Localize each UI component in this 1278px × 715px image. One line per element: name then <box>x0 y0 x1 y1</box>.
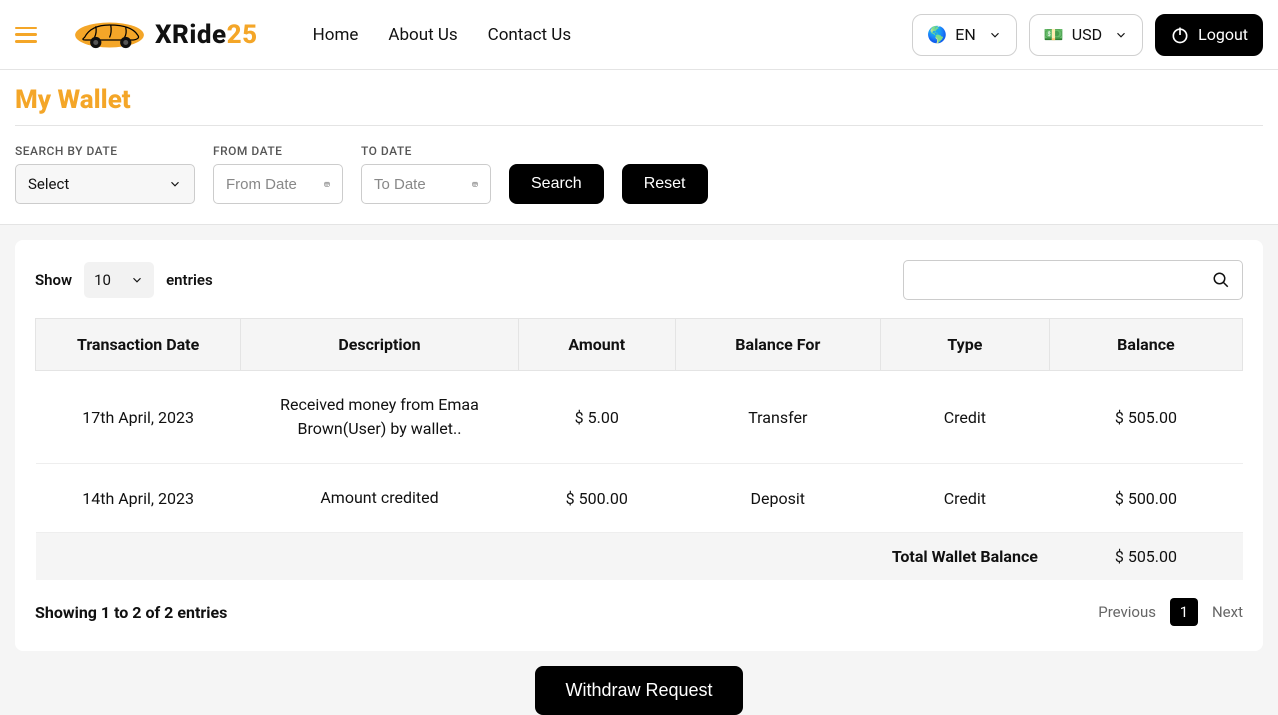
brand-name: XRide25 <box>155 20 258 50</box>
logout-label: Logout <box>1198 25 1248 44</box>
nav-contact[interactable]: Contact Us <box>488 25 571 45</box>
col-header-description[interactable]: Description <box>241 319 519 371</box>
menu-toggle-icon[interactable] <box>15 27 37 43</box>
from-date-input-wrapper <box>213 164 343 204</box>
nav-home[interactable]: Home <box>313 25 359 45</box>
logout-button[interactable]: Logout <box>1155 14 1263 56</box>
reset-button[interactable]: Reset <box>622 164 708 204</box>
to-date-input-wrapper <box>361 164 491 204</box>
search-button[interactable]: Search <box>509 164 604 204</box>
language-code: EN <box>955 25 976 44</box>
app-header: XRide25 Home About Us Contact Us 🌎 EN 💵 … <box>0 0 1278 70</box>
cell-amount: $ 5.00 <box>518 371 675 464</box>
entries-label: entries <box>166 271 213 289</box>
table-search-box <box>903 260 1243 300</box>
show-label: Show <box>35 271 72 289</box>
table-search-input[interactable] <box>916 272 1212 289</box>
cell-description: Received money from Emaa Brown(User) by … <box>241 371 519 464</box>
nav-about[interactable]: About Us <box>388 25 457 45</box>
divider <box>15 125 1263 126</box>
cell-balance: $ 500.00 <box>1049 464 1242 533</box>
from-date-label: FROM DATE <box>213 144 343 158</box>
table-row: 17th April, 2023 Received money from Ema… <box>36 371 1243 464</box>
cell-balance: $ 505.00 <box>1049 371 1242 464</box>
entries-control: Show 10 entries <box>35 262 213 298</box>
chevron-down-icon <box>988 28 1002 42</box>
calendar-icon[interactable] <box>324 175 330 193</box>
cell-amount: $ 500.00 <box>518 464 675 533</box>
withdraw-section: Withdraw Request <box>0 666 1278 715</box>
cell-type: Credit <box>880 371 1049 464</box>
cell-date: 17th April, 2023 <box>36 371 241 464</box>
table-header-row: Transaction Date Description Amount Bala… <box>36 319 1243 371</box>
pagination-previous[interactable]: Previous <box>1098 603 1156 621</box>
currency-code: USD <box>1072 25 1102 44</box>
entries-value: 10 <box>94 271 111 289</box>
pagination-page-1[interactable]: 1 <box>1170 598 1198 626</box>
chevron-down-icon <box>168 177 182 191</box>
table-total-row: Total Wallet Balance $ 505.00 <box>36 533 1243 581</box>
select-value: Select <box>28 175 69 193</box>
col-header-balance-for[interactable]: Balance For <box>675 319 880 371</box>
search-by-date-label: SEARCH BY DATE <box>15 144 195 158</box>
page-title: My Wallet <box>15 85 1263 115</box>
withdraw-request-button[interactable]: Withdraw Request <box>535 666 742 715</box>
currency-selector[interactable]: 💵 USD <box>1029 14 1143 56</box>
primary-nav: Home About Us Contact Us <box>313 25 571 45</box>
globe-icon: 🌎 <box>927 25 947 44</box>
brand-logo[interactable]: XRide25 <box>72 14 258 56</box>
cell-balance-for: Transfer <box>675 371 880 464</box>
cell-description: Amount credited <box>241 464 519 533</box>
to-date-input[interactable] <box>374 176 464 193</box>
search-icon[interactable] <box>1212 271 1230 289</box>
power-icon <box>1170 25 1190 45</box>
chevron-down-icon <box>1114 28 1128 42</box>
entries-select[interactable]: 10 <box>84 262 154 298</box>
cell-type: Credit <box>880 464 1049 533</box>
chevron-down-icon <box>130 273 144 287</box>
pagination-next[interactable]: Next <box>1212 603 1243 621</box>
wallet-table: Transaction Date Description Amount Bala… <box>35 318 1243 580</box>
col-header-type[interactable]: Type <box>880 319 1049 371</box>
filters-section: My Wallet SEARCH BY DATE Select FROM DAT… <box>0 70 1278 225</box>
cell-date: 14th April, 2023 <box>36 464 241 533</box>
calendar-icon[interactable] <box>472 175 478 193</box>
col-header-amount[interactable]: Amount <box>518 319 675 371</box>
wallet-card: Show 10 entries Transaction Date Descrip… <box>15 240 1263 651</box>
search-by-date-select[interactable]: Select <box>15 164 195 204</box>
total-label: Total Wallet Balance <box>880 533 1049 581</box>
table-row: 14th April, 2023 Amount credited $ 500.0… <box>36 464 1243 533</box>
car-icon <box>72 14 147 56</box>
from-date-input[interactable] <box>226 176 316 193</box>
to-date-label: TO DATE <box>361 144 491 158</box>
col-header-date[interactable]: Transaction Date <box>36 319 241 371</box>
pagination: Previous 1 Next <box>1098 598 1243 626</box>
showing-info: Showing 1 to 2 of 2 entries <box>35 603 227 622</box>
col-header-balance[interactable]: Balance <box>1049 319 1242 371</box>
money-icon: 💵 <box>1044 25 1064 44</box>
language-selector[interactable]: 🌎 EN <box>912 14 1016 56</box>
cell-balance-for: Deposit <box>675 464 880 533</box>
total-value: $ 505.00 <box>1049 533 1242 581</box>
